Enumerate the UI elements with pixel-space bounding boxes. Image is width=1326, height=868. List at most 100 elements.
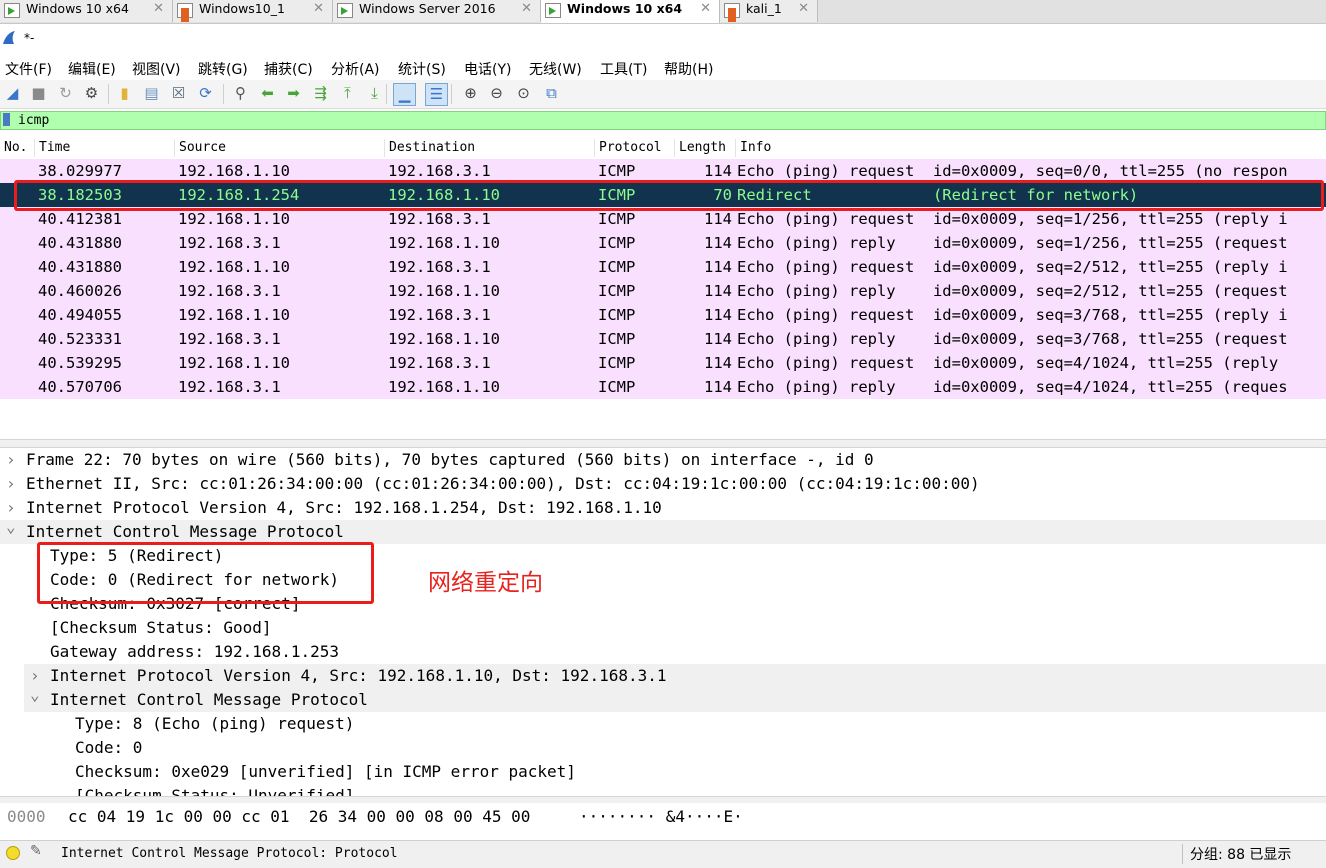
table-row[interactable]: 40.431880 192.168.1.10 192.168.3.1 ICMP Echo… bbox=[0, 255, 1326, 279]
tree-item[interactable]: [Checksum Status: Unverified] bbox=[0, 784, 1326, 796]
vm-tab[interactable]: kali_1 ✕ bbox=[720, 0, 818, 22]
toolbar-separator bbox=[108, 84, 109, 104]
menu-item[interactable]: 工具(T) bbox=[600, 59, 647, 79]
cell-length: 114 bbox=[704, 210, 732, 228]
start-capture-icon[interactable]: ◢ bbox=[2, 83, 23, 104]
close-icon[interactable]: ✕ bbox=[521, 0, 532, 18]
col-header-time[interactable]: Time bbox=[34, 139, 174, 157]
first-packet-icon[interactable]: ⤒ bbox=[337, 83, 358, 104]
vm-tab[interactable]: Windows 10 x64 ✕ bbox=[0, 0, 173, 22]
col-header-destination[interactable]: Destination bbox=[384, 139, 594, 157]
vm-tab[interactable]: Windows10_1 ✕ bbox=[173, 0, 333, 22]
tree-item[interactable]: › Internet Protocol Version 4, Src: 192.1… bbox=[0, 496, 1326, 520]
menu-item[interactable]: 电话(Y) bbox=[464, 59, 511, 79]
colorize-icon[interactable]: ☰ bbox=[425, 83, 448, 106]
close-icon[interactable]: ✕ bbox=[798, 0, 809, 18]
zoom-normal-icon[interactable]: ⊙ bbox=[513, 83, 534, 104]
highlight-box-type-code bbox=[37, 542, 374, 604]
stop-capture-icon[interactable]: ■ bbox=[28, 83, 49, 104]
vm-tab-label: Windows10_1 bbox=[199, 1, 285, 16]
tree-item[interactable]: Gateway address: 192.168.1.253 bbox=[0, 640, 1326, 664]
auto-scroll-icon[interactable]: ▁ bbox=[393, 83, 416, 106]
table-row[interactable]: 40.460026 192.168.3.1 192.168.1.10 ICMP Echo… bbox=[0, 279, 1326, 303]
menu-item[interactable]: 编辑(E) bbox=[68, 59, 116, 79]
zoom-out-icon[interactable]: ⊖ bbox=[486, 83, 507, 104]
cell-length: 114 bbox=[704, 162, 732, 180]
cell-destination: 192.168.3.1 bbox=[388, 258, 491, 276]
resize-columns-icon[interactable]: ⧉ bbox=[541, 83, 562, 104]
bytes-hex[interactable]: cc 04 19 1c 00 00 cc 01 26 34 00 00 08 0… bbox=[68, 807, 530, 826]
capture-options-icon[interactable]: ⚙ bbox=[81, 83, 102, 104]
close-icon[interactable]: ✕ bbox=[313, 0, 324, 18]
col-header-info[interactable]: Info bbox=[735, 139, 1326, 157]
table-row[interactable]: 40.523331 192.168.3.1 192.168.1.10 ICMP Echo… bbox=[0, 327, 1326, 351]
cell-length: 114 bbox=[704, 330, 732, 348]
packet-list-empty-area bbox=[0, 400, 1326, 438]
cell-info: Echo (ping) reply id=0x0009, seq=2/512, … bbox=[737, 282, 1288, 300]
table-row[interactable]: 40.494055 192.168.1.10 192.168.3.1 ICMP Echo… bbox=[0, 303, 1326, 327]
go-to-packet-icon[interactable]: ⇶ bbox=[310, 83, 331, 104]
table-row[interactable]: 40.539295 192.168.1.10 192.168.3.1 ICMP Echo… bbox=[0, 351, 1326, 375]
tree-item[interactable]: Checksum: 0xe029 [unverified] [in ICMP e… bbox=[0, 760, 1326, 784]
pane-splitter[interactable] bbox=[0, 796, 1326, 803]
col-header-no[interactable]: No. bbox=[0, 139, 34, 157]
close-icon[interactable]: ✕ bbox=[700, 0, 711, 18]
menu-item[interactable]: 分析(A) bbox=[331, 59, 380, 79]
packet-list-header: No. Time Source Destination Protocol Length In… bbox=[0, 137, 1326, 160]
close-file-icon[interactable]: ☒ bbox=[168, 83, 189, 104]
go-back-icon[interactable]: ⬅ bbox=[257, 83, 278, 104]
chevron-right-icon[interactable]: › bbox=[6, 448, 16, 472]
restart-capture-icon[interactable]: ↻ bbox=[55, 83, 76, 104]
cell-source: 192.168.3.1 bbox=[178, 282, 281, 300]
expert-info-icon[interactable] bbox=[6, 846, 20, 860]
tree-item[interactable]: ⌄ Internet Control Message Protocol bbox=[0, 517, 1326, 544]
close-icon[interactable]: ✕ bbox=[153, 0, 164, 18]
zoom-in-icon[interactable]: ⊕ bbox=[460, 83, 481, 104]
col-header-protocol[interactable]: Protocol bbox=[594, 139, 674, 157]
menu-item[interactable]: 文件(F) bbox=[5, 59, 52, 79]
vm-tab[interactable]: Windows 10 x64 ✕ bbox=[541, 0, 720, 23]
reload-file-icon[interactable]: ⟳ bbox=[195, 83, 216, 104]
menu-item[interactable]: 跳转(G) bbox=[198, 59, 248, 79]
cell-info: Echo (ping) reply id=0x0009, seq=4/1024,… bbox=[737, 378, 1288, 396]
menu-item[interactable]: 无线(W) bbox=[529, 59, 582, 79]
vm-tab[interactable]: Windows Server 2016 ✕ bbox=[333, 0, 541, 22]
chevron-down-icon[interactable]: ⌄ bbox=[6, 515, 16, 539]
display-filter-input[interactable] bbox=[18, 112, 1308, 129]
cell-destination: 192.168.1.10 bbox=[388, 282, 500, 300]
last-packet-icon[interactable]: ⤓ bbox=[364, 83, 385, 104]
go-forward-icon[interactable]: ➡ bbox=[283, 83, 304, 104]
table-row[interactable]: 40.431880 192.168.3.1 192.168.1.10 ICMP Echo… bbox=[0, 231, 1326, 255]
chevron-right-icon[interactable]: › bbox=[6, 472, 16, 496]
table-row[interactable]: 40.570706 192.168.3.1 192.168.1.10 ICMP Echo… bbox=[0, 375, 1326, 399]
edit-comment-icon[interactable]: ✎ bbox=[30, 843, 42, 859]
cell-protocol: ICMP bbox=[598, 210, 636, 228]
tree-item-label: Frame 22: 70 bytes on wire (560 bits), 7… bbox=[26, 450, 874, 469]
cell-length: 114 bbox=[704, 258, 732, 276]
col-header-length[interactable]: Length bbox=[674, 139, 735, 157]
find-packet-icon[interactable]: ⚲ bbox=[230, 83, 251, 104]
tree-item[interactable]: Type: 8 (Echo (ping) request) bbox=[0, 712, 1326, 736]
tree-item-label: Gateway address: 192.168.1.253 bbox=[50, 642, 339, 661]
cell-protocol: ICMP bbox=[598, 162, 636, 180]
tree-item[interactable]: › Internet Protocol Version 4, Src: 192.1… bbox=[24, 664, 1326, 688]
cell-time: 40.523331 bbox=[38, 330, 122, 348]
bytes-ascii[interactable]: ········ &4····E· bbox=[579, 807, 743, 826]
menu-item[interactable]: 捕获(C) bbox=[264, 59, 313, 79]
cell-time: 40.539295 bbox=[38, 354, 122, 372]
open-file-icon[interactable]: ▮ bbox=[114, 83, 135, 104]
tree-item[interactable]: › Frame 22: 70 bytes on wire (560 bits), … bbox=[0, 448, 1326, 472]
menu-item[interactable]: 视图(V) bbox=[132, 59, 181, 79]
menu-item[interactable]: 帮助(H) bbox=[664, 59, 713, 79]
cell-destination: 192.168.3.1 bbox=[388, 162, 491, 180]
bookmark-icon[interactable] bbox=[3, 113, 10, 126]
tree-item[interactable]: ⌄ Internet Control Message Protocol bbox=[24, 685, 1326, 712]
chevron-down-icon[interactable]: ⌄ bbox=[30, 683, 40, 707]
col-header-source[interactable]: Source bbox=[174, 139, 384, 157]
tree-item[interactable]: › Ethernet II, Src: cc:01:26:34:00:00 (cc… bbox=[0, 472, 1326, 496]
tree-item[interactable]: [Checksum Status: Good] bbox=[0, 616, 1326, 640]
menu-item[interactable]: 统计(S) bbox=[398, 59, 446, 79]
save-file-icon[interactable]: ▤ bbox=[141, 83, 162, 104]
cell-time: 40.570706 bbox=[38, 378, 122, 396]
tree-item[interactable]: Code: 0 bbox=[0, 736, 1326, 760]
